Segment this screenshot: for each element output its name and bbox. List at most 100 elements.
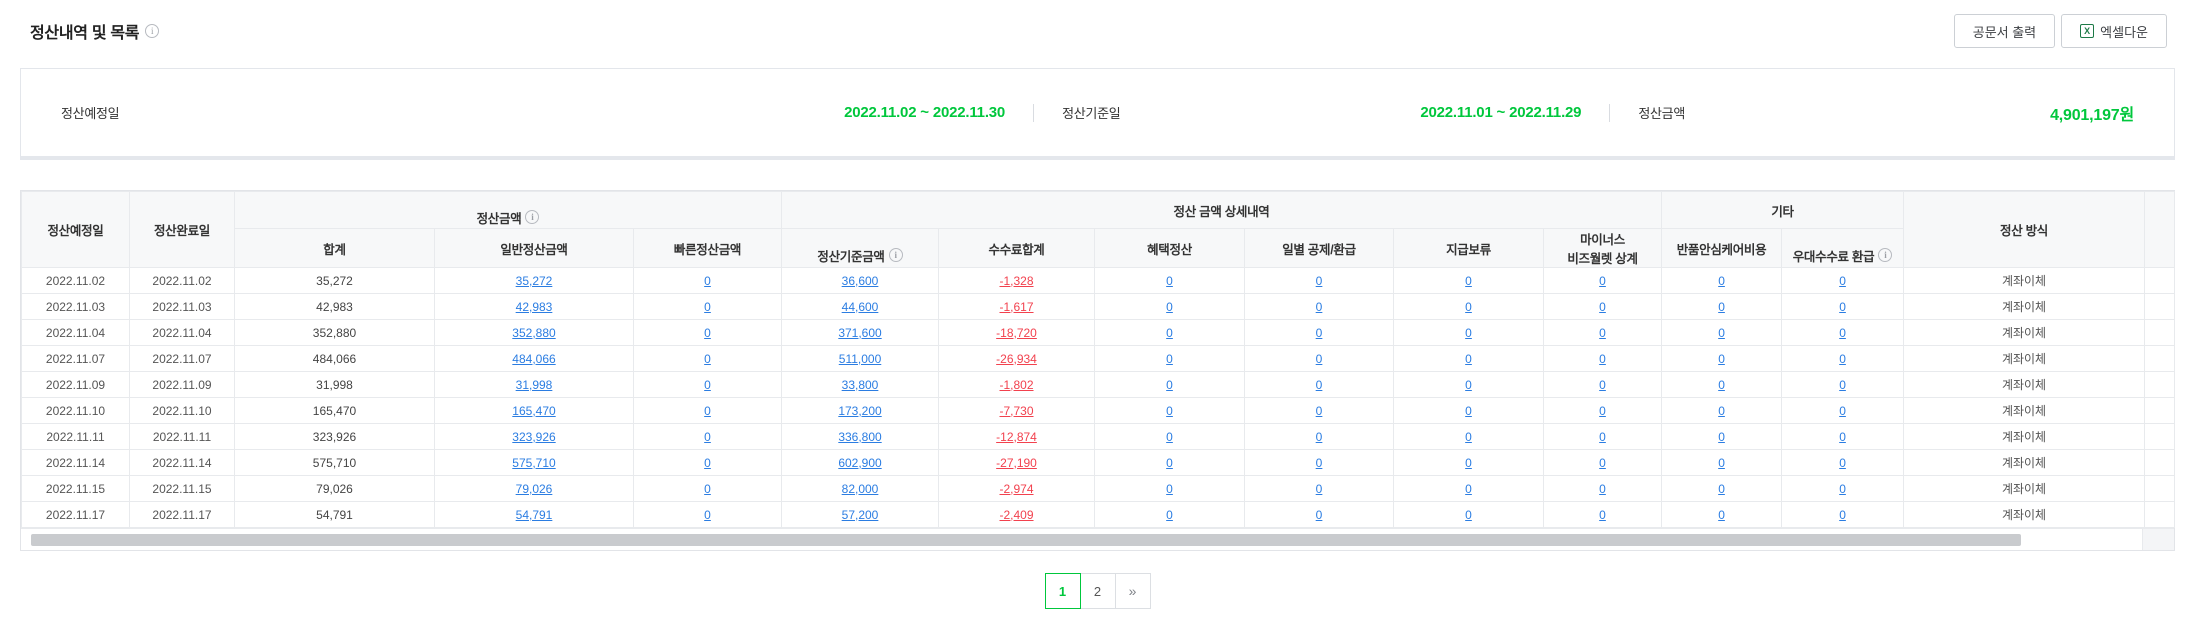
daily-deduction-link[interactable]: 0 — [1316, 456, 1323, 470]
quick-amount-link[interactable]: 0 — [704, 274, 711, 288]
minus-bizwallet-link[interactable]: 0 — [1599, 404, 1606, 418]
hold-link[interactable]: 0 — [1465, 430, 1472, 444]
fee-refund-link[interactable]: 0 — [1839, 508, 1846, 522]
fee-refund-link[interactable]: 0 — [1839, 378, 1846, 392]
benefit-link[interactable]: 0 — [1166, 326, 1173, 340]
fee-total-link[interactable]: -1,328 — [1000, 274, 1034, 288]
benefit-link[interactable]: 0 — [1166, 274, 1173, 288]
fee-total-link[interactable]: -12,874 — [996, 430, 1037, 444]
return-care-cost-link[interactable]: 0 — [1718, 300, 1725, 314]
benefit-link[interactable]: 0 — [1166, 508, 1173, 522]
fee-total-link[interactable]: -18,720 — [996, 326, 1037, 340]
quick-amount-link[interactable]: 0 — [704, 430, 711, 444]
fee-total-link[interactable]: -1,617 — [1000, 300, 1034, 314]
base-amount-link[interactable]: 44,600 — [842, 300, 879, 314]
return-care-cost-link[interactable]: 0 — [1718, 456, 1725, 470]
quick-amount-link[interactable]: 0 — [704, 326, 711, 340]
return-care-cost-link[interactable]: 0 — [1718, 404, 1725, 418]
fee-refund-info-icon[interactable] — [1878, 248, 1893, 262]
benefit-link[interactable]: 0 — [1166, 404, 1173, 418]
quick-amount-link[interactable]: 0 — [704, 456, 711, 470]
benefit-link[interactable]: 0 — [1166, 456, 1173, 470]
hold-link[interactable]: 0 — [1465, 378, 1472, 392]
normal-amount-link[interactable]: 165,470 — [512, 404, 555, 418]
normal-amount-link[interactable]: 323,926 — [512, 430, 555, 444]
daily-deduction-link[interactable]: 0 — [1316, 404, 1323, 418]
minus-bizwallet-link[interactable]: 0 — [1599, 326, 1606, 340]
daily-deduction-link[interactable]: 0 — [1316, 378, 1323, 392]
base-amount-link[interactable]: 602,900 — [838, 456, 881, 470]
minus-bizwallet-link[interactable]: 0 — [1599, 482, 1606, 496]
normal-amount-link[interactable]: 42,983 — [516, 300, 553, 314]
return-care-cost-link[interactable]: 0 — [1718, 508, 1725, 522]
fee-total-link[interactable]: -26,934 — [996, 352, 1037, 366]
hold-link[interactable]: 0 — [1465, 482, 1472, 496]
fee-refund-link[interactable]: 0 — [1839, 456, 1846, 470]
base-amount-link[interactable]: 33,800 — [842, 378, 879, 392]
hold-link[interactable]: 0 — [1465, 456, 1472, 470]
quick-amount-link[interactable]: 0 — [704, 482, 711, 496]
return-care-cost-link[interactable]: 0 — [1718, 352, 1725, 366]
minus-bizwallet-link[interactable]: 0 — [1599, 456, 1606, 470]
fee-refund-link[interactable]: 0 — [1839, 352, 1846, 366]
daily-deduction-link[interactable]: 0 — [1316, 300, 1323, 314]
fee-refund-link[interactable]: 0 — [1839, 430, 1846, 444]
base-amount-link[interactable]: 336,800 — [838, 430, 881, 444]
base-amount-link[interactable]: 36,600 — [842, 274, 879, 288]
base-amount-link[interactable]: 173,200 — [838, 404, 881, 418]
fee-refund-link[interactable]: 0 — [1839, 404, 1846, 418]
normal-amount-link[interactable]: 484,066 — [512, 352, 555, 366]
minus-bizwallet-link[interactable]: 0 — [1599, 300, 1606, 314]
return-care-cost-link[interactable]: 0 — [1718, 274, 1725, 288]
quick-amount-link[interactable]: 0 — [704, 352, 711, 366]
fee-total-link[interactable]: -1,802 — [1000, 378, 1034, 392]
page-button-2[interactable]: 2 — [1079, 573, 1116, 609]
normal-amount-link[interactable]: 575,710 — [512, 456, 555, 470]
base-amount-info-icon[interactable] — [888, 248, 903, 262]
official-document-print-button[interactable]: 공문서 출력 — [1953, 14, 2056, 48]
settlement-amount-info-icon[interactable] — [525, 210, 540, 224]
horizontal-scrollbar[interactable] — [21, 528, 2174, 550]
base-amount-link[interactable]: 82,000 — [842, 482, 879, 496]
return-care-cost-link[interactable]: 0 — [1718, 326, 1725, 340]
benefit-link[interactable]: 0 — [1166, 482, 1173, 496]
return-care-cost-link[interactable]: 0 — [1718, 378, 1725, 392]
hold-link[interactable]: 0 — [1465, 300, 1472, 314]
daily-deduction-link[interactable]: 0 — [1316, 352, 1323, 366]
fee-total-link[interactable]: -2,974 — [1000, 482, 1034, 496]
fee-total-link[interactable]: -27,190 — [996, 456, 1037, 470]
minus-bizwallet-link[interactable]: 0 — [1599, 508, 1606, 522]
normal-amount-link[interactable]: 79,026 — [516, 482, 553, 496]
minus-bizwallet-link[interactable]: 0 — [1599, 430, 1606, 444]
scrollbar-thumb[interactable] — [31, 534, 2021, 546]
hold-link[interactable]: 0 — [1465, 404, 1472, 418]
base-amount-link[interactable]: 371,600 — [838, 326, 881, 340]
benefit-link[interactable]: 0 — [1166, 378, 1173, 392]
quick-amount-link[interactable]: 0 — [704, 404, 711, 418]
base-amount-link[interactable]: 511,000 — [839, 352, 882, 366]
quick-amount-link[interactable]: 0 — [704, 508, 711, 522]
normal-amount-link[interactable]: 31,998 — [516, 378, 553, 392]
hold-link[interactable]: 0 — [1465, 326, 1472, 340]
minus-bizwallet-link[interactable]: 0 — [1599, 378, 1606, 392]
return-care-cost-link[interactable]: 0 — [1718, 482, 1725, 496]
daily-deduction-link[interactable]: 0 — [1316, 430, 1323, 444]
fee-refund-link[interactable]: 0 — [1839, 482, 1846, 496]
daily-deduction-link[interactable]: 0 — [1316, 274, 1323, 288]
daily-deduction-link[interactable]: 0 — [1316, 508, 1323, 522]
title-info-icon[interactable] — [145, 24, 160, 38]
minus-bizwallet-link[interactable]: 0 — [1599, 274, 1606, 288]
benefit-link[interactable]: 0 — [1166, 300, 1173, 314]
excel-download-button[interactable]: 엑셀다운 — [2061, 14, 2167, 48]
daily-deduction-link[interactable]: 0 — [1316, 482, 1323, 496]
daily-deduction-link[interactable]: 0 — [1316, 326, 1323, 340]
return-care-cost-link[interactable]: 0 — [1718, 430, 1725, 444]
quick-amount-link[interactable]: 0 — [704, 300, 711, 314]
fee-refund-link[interactable]: 0 — [1839, 326, 1846, 340]
hold-link[interactable]: 0 — [1465, 274, 1472, 288]
fee-total-link[interactable]: -7,730 — [1000, 404, 1034, 418]
minus-bizwallet-link[interactable]: 0 — [1599, 352, 1606, 366]
fee-total-link[interactable]: -2,409 — [1000, 508, 1034, 522]
benefit-link[interactable]: 0 — [1166, 352, 1173, 366]
hold-link[interactable]: 0 — [1465, 508, 1472, 522]
